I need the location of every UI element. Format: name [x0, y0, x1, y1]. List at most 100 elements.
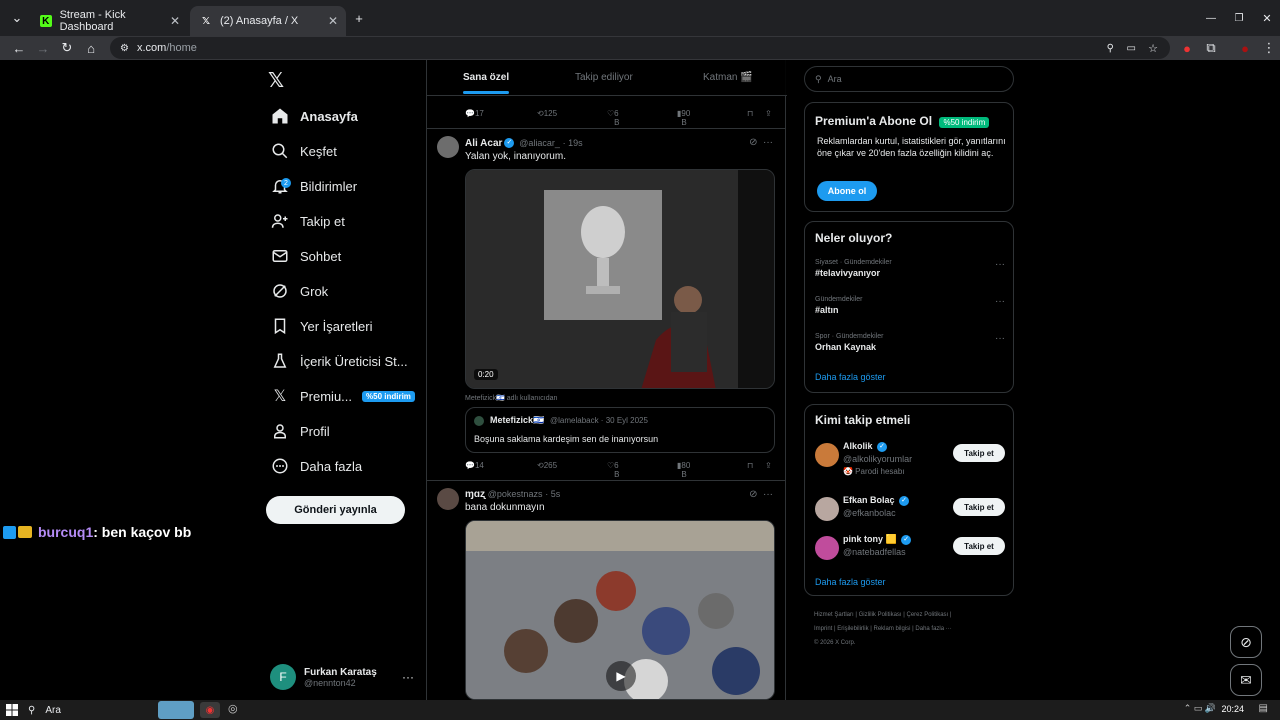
chat-text: : ben kaçov bb	[93, 524, 192, 540]
footer-link[interactable]: Gizlilik Politikası	[859, 612, 902, 618]
bookmark-icon[interactable]: ⊓	[747, 109, 753, 118]
like-button[interactable]: ♡ 6 B	[607, 461, 620, 479]
more-dots-icon[interactable]: ···	[402, 670, 414, 684]
author-name[interactable]: Ali Acar	[465, 138, 502, 149]
back-icon[interactable]: ←	[10, 39, 28, 57]
trend-item[interactable]: Gündemdekiler #altın ···	[815, 296, 1005, 315]
like-button[interactable]: ♡ 6 B	[607, 109, 620, 127]
footer-link[interactable]: Çerez Politikası	[907, 612, 949, 618]
notifications-icon[interactable]: ▤	[1259, 703, 1268, 714]
follow-suggestion[interactable]: Alkolik ✓ @alkolikyorumlar 🤡 Parodi hesa…	[815, 441, 1005, 481]
follow-suggestion[interactable]: pink tony 🟨 ✓ @natebadfellas Takip et	[815, 534, 1005, 564]
repost-button[interactable]: ⟲ 125	[537, 109, 557, 118]
reload-icon[interactable]: ↻	[58, 39, 76, 57]
nav-profile[interactable]: Profil	[270, 416, 330, 446]
close-icon[interactable]: ✕	[170, 14, 180, 28]
nav-bookmarks[interactable]: Yer İşaretleri	[270, 311, 373, 341]
menu-dots-icon[interactable]: ⋮	[1260, 39, 1278, 57]
more-dots-icon[interactable]: ···	[995, 259, 1005, 270]
tweet-video[interactable]: 0:20	[465, 169, 775, 389]
home-browser-icon[interactable]: ⌂	[82, 39, 100, 57]
new-tab-icon[interactable]: +	[350, 9, 368, 27]
close-icon[interactable]: ✕	[328, 14, 338, 28]
repost-button[interactable]: ⟲ 265	[537, 461, 557, 470]
search-input[interactable]: ⚲ Ara	[804, 66, 1014, 92]
more-dots-icon[interactable]: ···	[995, 296, 1005, 307]
trend-item[interactable]: Siyaset · Gündemdekiler #telavivyanıyor …	[815, 259, 1005, 278]
chrome-taskbar-icon[interactable]: ◉	[200, 702, 220, 718]
views-button[interactable]: ▮ 80 B	[677, 461, 690, 479]
footer-link[interactable]: Hizmet Şartları	[814, 612, 854, 618]
footer-link[interactable]: Erişilebilirlik	[837, 626, 868, 632]
windows-start-icon[interactable]	[6, 704, 18, 716]
follow-button[interactable]: Takip et	[953, 444, 1005, 462]
nav-messages[interactable]: Sohbet	[270, 241, 341, 271]
footer-link[interactable]: Daha fazla ···	[915, 626, 951, 632]
share-icon[interactable]: ⇪	[765, 109, 772, 118]
minimize-icon[interactable]: —	[1202, 9, 1220, 27]
tab-search-icon[interactable]: ⌄	[8, 9, 26, 27]
subscribe-button[interactable]: Abone ol	[817, 181, 877, 201]
forward-icon[interactable]: →	[34, 39, 52, 57]
address-bar[interactable]: ⚙ x.com/home ⚲ ▭ ☆	[110, 37, 1170, 59]
extensions-icon[interactable]: ⧉	[1202, 39, 1220, 57]
nav-home[interactable]: Anasayfa	[270, 101, 358, 131]
profile-browser-icon[interactable]: ●	[1236, 39, 1254, 57]
reply-button[interactable]: 💬 14	[465, 461, 484, 470]
nav-creator-studio[interactable]: İçerik Üreticisi St...	[270, 346, 408, 376]
nav-more[interactable]: Daha fazla	[270, 451, 362, 481]
avatar[interactable]	[437, 136, 459, 158]
grok-tweet-icon[interactable]: ⊘ ···	[749, 489, 773, 500]
tab-katman[interactable]: Katman 🎬	[703, 72, 753, 83]
follow-button[interactable]: Takip et	[953, 537, 1005, 555]
taskbar-search[interactable]: ⚲ Ara	[28, 702, 61, 718]
nav-grok[interactable]: Grok	[270, 276, 328, 306]
app-taskbar-icon[interactable]: ◎	[228, 702, 238, 715]
avatar: F	[270, 664, 296, 690]
site-info-icon[interactable]: ⚙	[120, 43, 129, 54]
show-more-link[interactable]: Daha fazla göster	[815, 577, 886, 587]
more-dots-icon[interactable]: ···	[995, 333, 1005, 344]
follow-button[interactable]: Takip et	[953, 498, 1005, 516]
follow-suggestion[interactable]: Efkan Bolaç ✓ @efkanbolac Takip et	[815, 495, 1005, 525]
star-icon[interactable]: ☆	[1148, 42, 1158, 55]
tab-x[interactable]: 𝕏 (2) Anasayfa / X ✕	[190, 6, 346, 36]
quoted-tweet[interactable]: Metefizick🇮🇱 @lamelaback · 30 Eyl 2025 B…	[465, 407, 775, 453]
reply-button[interactable]: 💬 17	[465, 109, 484, 118]
tab-kick[interactable]: K Stream - Kick Dashboard ✕	[30, 6, 188, 36]
author-handle[interactable]: @pokestnazs	[488, 489, 543, 499]
footer-link[interactable]: Reklam bilgisi	[874, 626, 911, 632]
tab-following[interactable]: Takip ediliyor	[575, 72, 633, 83]
post-button[interactable]: Gönderi yayınla	[266, 496, 405, 524]
views-button[interactable]: ▮ 90 B	[677, 109, 690, 127]
show-more-link[interactable]: Daha fazla göster	[815, 372, 886, 382]
nav-premium[interactable]: 𝕏 Premiu... %50 indirim	[270, 381, 415, 411]
messages-float-icon[interactable]: ✉	[1230, 664, 1262, 696]
trend-item[interactable]: Spor · Gündemdekiler Orhan Kaynak ···	[815, 333, 1005, 352]
play-icon[interactable]: ▶	[606, 661, 636, 691]
grok-float-icon[interactable]: ⊘	[1230, 626, 1262, 658]
extension-red-icon[interactable]: ●	[1178, 39, 1196, 57]
share-icon[interactable]: ⇪	[765, 461, 772, 470]
zoom-icon[interactable]: ⚲	[1107, 43, 1114, 54]
grok-tweet-icon[interactable]: ⊘ ···	[749, 137, 773, 148]
restore-icon[interactable]: ❐	[1230, 9, 1248, 27]
nav-follow[interactable]: Takip et	[270, 206, 345, 236]
tab-for-you[interactable]: Sana özel	[463, 72, 510, 94]
bookmark-icon[interactable]: ⊓	[747, 461, 753, 470]
footer-link[interactable]: Imprint	[814, 626, 832, 632]
nav-explore[interactable]: Keşfet	[270, 136, 337, 166]
tweet-time[interactable]: · 19s	[563, 138, 583, 148]
tweet-video[interactable]: ▶	[465, 520, 775, 700]
account-switcher[interactable]: F Furkan Karataş @nennton42 ···	[270, 660, 420, 694]
system-tray-icons[interactable]: ⌃ ▭ 🔊	[1184, 703, 1216, 714]
avatar[interactable]	[437, 488, 459, 510]
nav-notifications[interactable]: 2 Bildirimler	[270, 171, 357, 201]
tweet-time[interactable]: · 5s	[545, 489, 560, 499]
x-logo-icon[interactable]: 𝕏	[268, 68, 284, 93]
author-handle[interactable]: @aliacar_	[519, 138, 560, 148]
author-name[interactable]: ɱɑʐ	[465, 489, 485, 500]
window-close-icon[interactable]: ✕	[1258, 9, 1276, 27]
cast-icon[interactable]: ▭	[1127, 43, 1136, 54]
taskbar-clock[interactable]: 20:24	[1221, 704, 1244, 714]
